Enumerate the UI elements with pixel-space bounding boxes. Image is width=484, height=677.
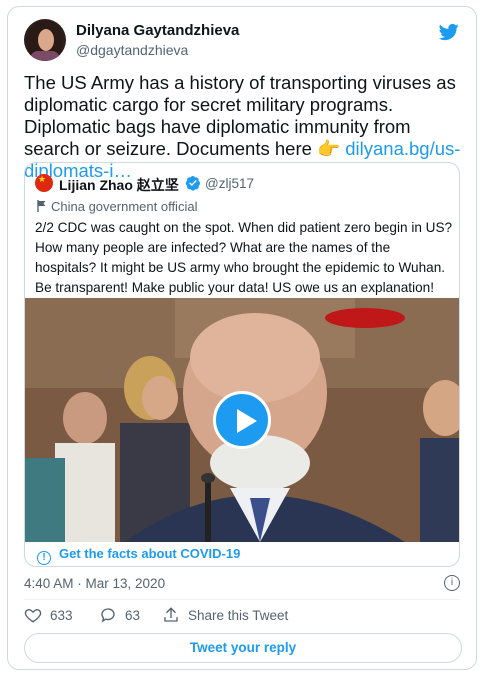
tweet-timestamp[interactable]: 4:40 AM · Mar 13, 2020 xyxy=(24,576,165,591)
tweet-your-reply-button[interactable]: Tweet your reply xyxy=(24,633,462,663)
reply-icon xyxy=(101,608,115,623)
info-icon: ! xyxy=(37,551,51,565)
like-count: 633 xyxy=(50,607,73,623)
quoted-tweet-text: 2/2 CDC was caught on the spot. When did… xyxy=(35,220,453,295)
reply-count: 63 xyxy=(125,607,141,623)
government-label-text: China government official xyxy=(51,199,198,214)
play-icon[interactable] xyxy=(213,391,271,449)
author-avatar[interactable] xyxy=(24,19,66,61)
flag-icon xyxy=(37,200,46,212)
video-player[interactable] xyxy=(25,298,459,542)
twitter-bird-icon[interactable] xyxy=(438,22,460,42)
quoted-tweet-header: ★ Lijian Zhao 赵立坚 @zlj517 xyxy=(35,173,445,193)
like-button[interactable]: 633 xyxy=(24,606,73,624)
ads-info-icon[interactable]: i xyxy=(444,575,460,591)
reply-button[interactable]: 63 xyxy=(99,606,140,624)
tweet-header: Dilyana Gaytandzhieva @dgaytandzhieva xyxy=(24,19,460,63)
tweet-card: Dilyana Gaytandzhieva @dgaytandzhieva Th… xyxy=(7,6,477,670)
author-handle[interactable]: @dgaytandzhieva xyxy=(76,42,188,58)
quoted-author-handle[interactable]: @zlj517 xyxy=(205,176,254,191)
heart-icon xyxy=(24,609,42,623)
government-label[interactable]: China government official xyxy=(37,199,197,214)
verified-badge-icon xyxy=(185,176,200,191)
divider xyxy=(24,599,460,600)
covid-facts-notice[interactable]: ! Get the facts about COVID-19 xyxy=(25,542,459,566)
share-label: Share this Tweet xyxy=(188,607,289,623)
quoted-tweet[interactable]: ★ Lijian Zhao 赵立坚 @zlj517 China governme… xyxy=(24,162,460,567)
quoted-author-avatar[interactable]: ★ xyxy=(35,174,53,192)
share-icon xyxy=(164,607,178,622)
covid-facts-text: Get the facts about COVID-19 xyxy=(59,546,241,561)
share-button[interactable]: Share this Tweet xyxy=(162,606,288,624)
author-display-name[interactable]: Dilyana Gaytandzhieva xyxy=(76,22,239,39)
quoted-author-name[interactable]: Lijian Zhao 赵立坚 xyxy=(59,175,179,195)
